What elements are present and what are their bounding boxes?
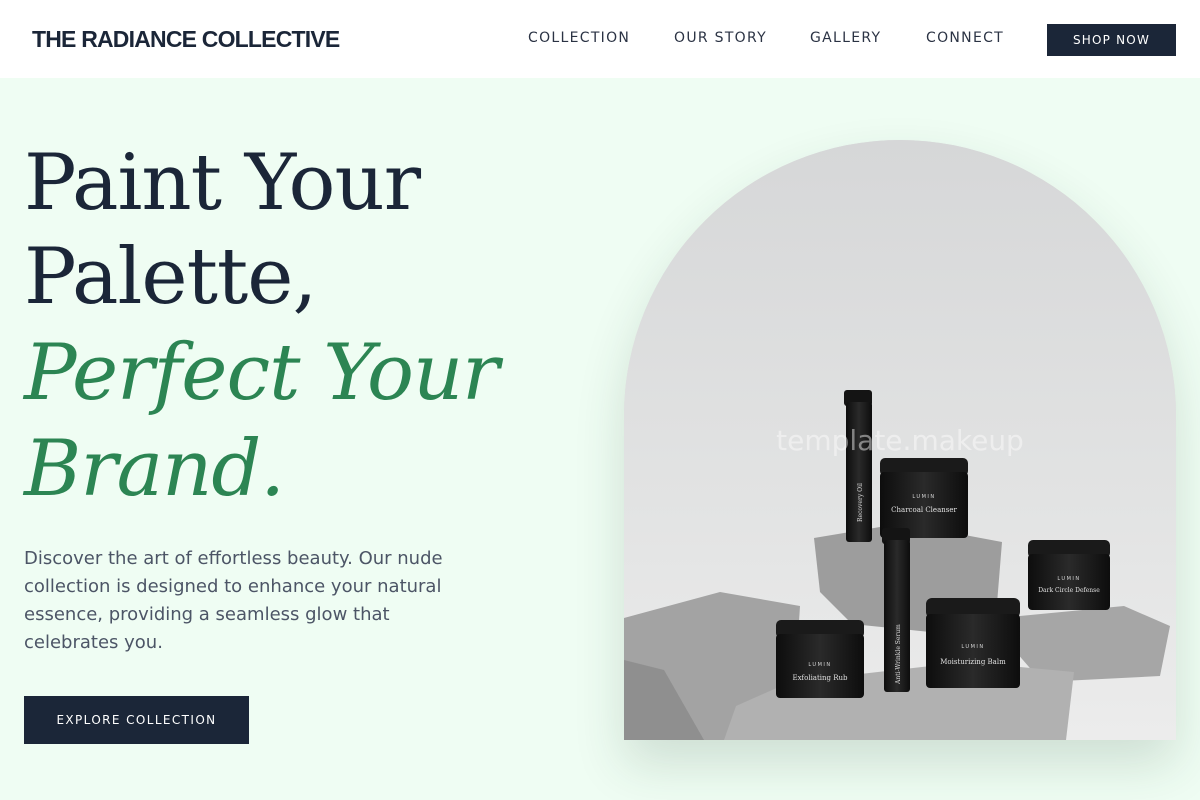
brand-logo[interactable]: THE RADIANCE COLLECTIVE — [32, 26, 340, 53]
recovery-oil-bottle: Recovery Oil — [844, 390, 872, 542]
exfoliating-rub-brand-mark: LUMIN — [808, 662, 831, 668]
charcoal-cleanser-label: Charcoal Cleanser — [891, 506, 957, 514]
charcoal-cleanser-brand-mark: LUMIN — [912, 494, 935, 500]
hero-headline-line-2: Palette, — [24, 232, 317, 322]
anti-wrinkle-serum-bottle: Anti-Wrinkle Serum — [882, 528, 910, 692]
dark-circle-defense-jar: LUMIN Dark Circle Defense — [1028, 540, 1110, 610]
nav-link-connect[interactable]: CONNECT — [926, 30, 1004, 46]
anti-wrinkle-serum-label: Anti-Wrinkle Serum — [895, 624, 902, 685]
site-header: THE RADIANCE COLLECTIVE COLLECTION OUR S… — [0, 0, 1200, 78]
nav-link-collection[interactable]: COLLECTION — [528, 30, 630, 46]
hero-product-image: Recovery Oil LUMIN Charcoal Cleanser Ant… — [624, 140, 1176, 740]
exfoliating-rub-label: Exfoliating Rub — [792, 674, 848, 682]
hero-headline-line-4: Brand. — [24, 424, 285, 514]
moisturizing-balm-jar: LUMIN Moisturizing Balm — [926, 598, 1020, 688]
nav-link-our-story[interactable]: OUR STORY — [674, 30, 767, 46]
charcoal-cleanser-jar: LUMIN Charcoal Cleanser — [880, 458, 968, 538]
exfoliating-rub-jar: LUMIN Exfoliating Rub — [776, 620, 864, 698]
moisturizing-balm-label: Moisturizing Balm — [940, 658, 1006, 666]
nav-link-gallery[interactable]: GALLERY — [810, 30, 881, 46]
hero-headline-line-3: Perfect Your — [24, 328, 499, 418]
dark-circle-defense-brand-mark: LUMIN — [1057, 576, 1080, 582]
shop-now-button[interactable]: SHOP NOW — [1047, 24, 1176, 56]
hero-description: Discover the art of effortless beauty. O… — [24, 548, 443, 653]
recovery-oil-label: Recovery Oil — [857, 483, 864, 522]
explore-collection-button[interactable]: EXPLORE COLLECTION — [24, 696, 249, 744]
hero-headline-line-1: Paint Your — [24, 138, 421, 228]
dark-circle-defense-label: Dark Circle Defense — [1038, 587, 1100, 594]
moisturizing-balm-brand-mark: LUMIN — [961, 644, 984, 650]
image-watermark: template.makeup — [776, 424, 1024, 457]
